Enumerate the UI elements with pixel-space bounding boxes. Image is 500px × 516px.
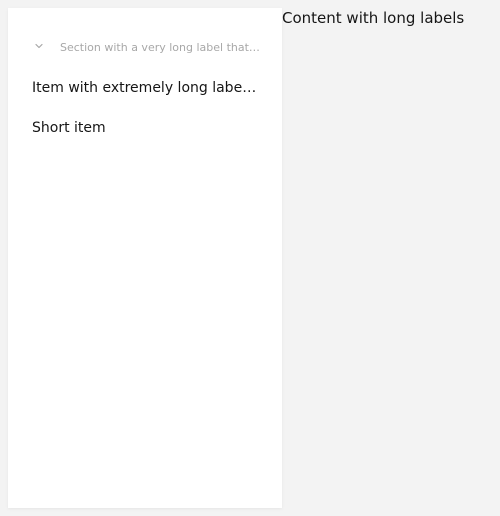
chevron-down-icon[interactable] (34, 41, 44, 51)
nav-item-short[interactable]: Short item (32, 118, 258, 138)
side-nav: Section with a very long label that shou… (8, 8, 282, 508)
nav-section-header[interactable]: Section with a very long label that shou… (8, 36, 282, 60)
nav-item-long[interactable]: Item with extremely long label that will… (32, 78, 258, 98)
app-layout: Section with a very long label that shou… (0, 0, 500, 516)
nav-section-label: Section with a very long label that shou… (60, 41, 260, 54)
content-title: Content with long labels (282, 9, 465, 27)
